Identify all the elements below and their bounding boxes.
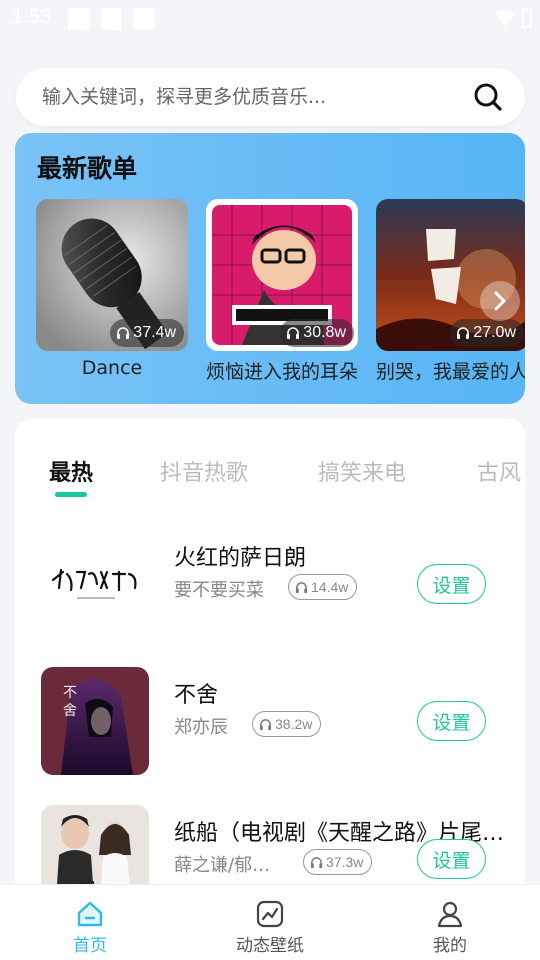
song-cover: 不 舍 [41,667,149,775]
playlist-item[interactable]: 30.8w 烦恼进入我的耳朵 [206,199,358,384]
play-count: 37.4w [133,324,176,341]
headphones-icon [287,327,300,339]
profile-icon [437,901,463,928]
battery-icon [522,8,532,28]
notification-icon [133,8,155,30]
playlist-cover[interactable]: 37.4w [36,199,188,351]
headphones-icon [259,718,272,730]
song-title: 火红的萨日朗 [174,546,307,571]
play-count-badge: 37.3w [303,849,373,875]
nav-label: 我的 [433,936,467,956]
playlist-cover[interactable]: 30.8w [206,199,358,351]
headphones-icon [310,856,323,868]
song-title: 不舍 [174,683,219,708]
play-count-badge: 30.8w [280,319,354,347]
wifi-icon [495,9,515,27]
play-count-badge: 14.4w [288,574,358,600]
status-time: 1:53 [12,6,51,28]
bottom-nav: 首页 动态壁纸 我的 [0,884,540,960]
play-count-badge: 38.2w [252,711,322,737]
play-count: 38.2w [275,716,313,732]
hooded-figure-cover-image: 不 舍 [41,667,149,775]
chevron-right-icon [494,291,506,311]
tab-douyin-hits[interactable]: 抖音热歌 [160,455,248,487]
song-artist: 薛之谦/郁可唯 [174,855,274,876]
song-row[interactable]: 火红的萨日朗 要不要买菜 14.4w 设置 [41,530,511,638]
keyboard-icon [101,8,121,30]
song-artist: 要不要买菜 [174,580,264,601]
play-count-badge: 37.4w [110,319,184,347]
headphones-icon [295,581,308,593]
play-count: 14.4w [311,579,349,595]
song-cover [41,530,149,638]
nav-label: 动态壁纸 [236,936,304,956]
section-title: 最新歌单 [37,154,138,183]
tab-hottest[interactable]: 最热 [49,455,93,487]
home-icon [77,901,103,927]
playlist-name: Dance [81,357,143,379]
tab-indicator [55,492,87,497]
search-bar[interactable] [16,68,525,126]
tab-funny-ringtones[interactable]: 搞笑来电 [318,455,406,487]
nav-live-wallpaper[interactable]: 动态壁纸 [210,899,330,956]
play-count: 27.0w [473,324,516,341]
svg-text:舍: 舍 [63,703,77,719]
set-ringtone-button[interactable]: 设置 [417,564,486,604]
tab-ancient-style[interactable]: 古风 [477,455,521,487]
search-icon[interactable] [473,82,503,112]
next-playlists-button[interactable] [480,281,520,321]
headphones-icon [117,327,130,339]
nav-profile[interactable]: 我的 [390,899,510,956]
playlist-cover[interactable]: 27.0w [376,199,525,351]
play-count: 37.3w [326,854,364,870]
nav-home[interactable]: 首页 [30,899,150,956]
song-artist: 郑亦辰 [174,717,228,738]
play-count-badge: 27.0w [450,319,524,347]
search-input[interactable] [42,86,473,108]
set-ringtone-button[interactable]: 设置 [417,839,486,879]
playlist-name: 烦恼进入我的耳朵 [206,361,358,383]
playlist-item[interactable]: 37.4w Dance [36,199,188,379]
set-ringtone-button[interactable]: 设置 [417,701,486,741]
nav-label: 首页 [73,936,107,956]
svg-text:不: 不 [63,685,77,701]
playlist-name: 别哭，我最爱的人 [376,361,525,383]
category-tabs: 最热 抖音热歌 搞笑来电 古风 [15,455,525,495]
headphones-icon [457,327,470,339]
wallpaper-icon [256,900,284,928]
calligraphy-cover-image [41,530,149,638]
song-row[interactable]: 不 舍 不舍 郑亦辰 38.2w 设置 [41,667,511,775]
song-list-panel: 最热 抖音热歌 搞笑来电 古风 火红的萨日朗 要不要买菜 14.4w 设置 不 … [15,419,525,899]
notification-icon [68,8,90,30]
status-bar: 1:53 [0,0,540,36]
play-count: 30.8w [303,324,346,341]
latest-playlists-card: 最新歌单 37.4w Dance 30.8w 烦恼进入我的耳朵 27.0w 别哭… [15,133,525,404]
